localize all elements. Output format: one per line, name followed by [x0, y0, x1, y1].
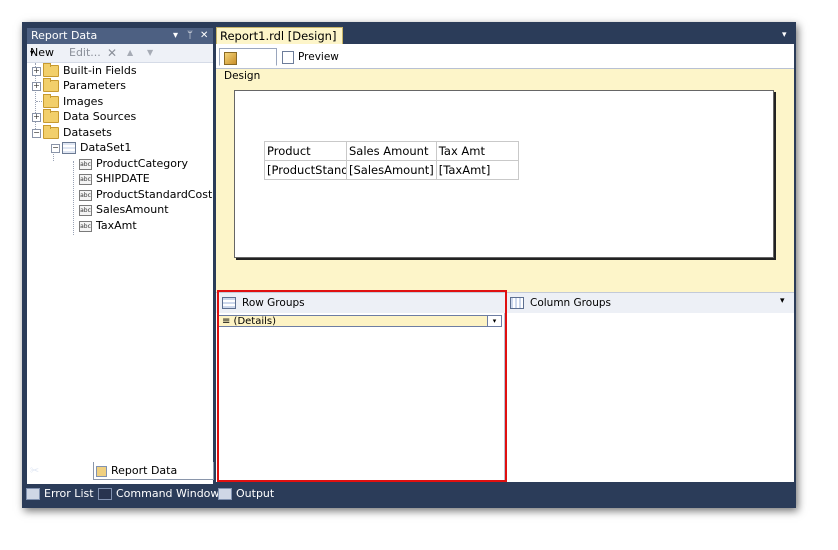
row-groups-icon — [222, 297, 236, 309]
tree-item-field[interactable]: abc SalesAmount — [79, 202, 169, 217]
report-data-toolbar: New ▾ Edit... ✕ ▲ ▼ — [27, 44, 213, 63]
tab-output[interactable]: Output — [218, 486, 274, 502]
field-icon: abc — [79, 173, 92, 185]
grouping-pane-header: Row Groups Column Groups ▾ — [216, 292, 794, 314]
tree-line — [73, 161, 74, 235]
view-tabs: Design Preview — [216, 44, 794, 82]
tree-item-field[interactable]: abc ProductCategory — [79, 156, 188, 171]
table-header-row: Product Sales Amount Tax Amt — [264, 141, 519, 161]
error-list-icon — [26, 488, 40, 500]
folder-icon — [43, 78, 59, 92]
move-up-icon[interactable]: ▲ — [127, 44, 133, 62]
field-icon: abc — [79, 189, 92, 201]
panel-close-icon[interactable]: ✕ — [200, 28, 208, 44]
expand-icon[interactable]: + — [32, 66, 41, 76]
left-panel-tabs: ✂ Toolbox Report Data — [26, 462, 214, 480]
panel-menu-arrow-icon[interactable]: ▾ — [173, 28, 178, 44]
move-down-icon[interactable]: ▼ — [147, 44, 153, 62]
edit-button[interactable]: Edit... — [69, 44, 101, 62]
tree-item-dataset1[interactable]: − DataSet1 — [51, 140, 131, 155]
tree-item-parameters[interactable]: + Parameters — [32, 78, 126, 93]
header-cell[interactable]: Sales Amount — [346, 141, 437, 161]
report-data-title-bar: Report Data ▾ ᛘ ✕ — [27, 28, 213, 44]
tree-item-field[interactable]: abc SHIPDATE — [79, 171, 150, 186]
folder-icon — [43, 109, 59, 123]
collapse-icon[interactable]: − — [32, 128, 41, 138]
dataset-icon — [62, 142, 76, 154]
folder-icon — [43, 63, 59, 77]
data-cell[interactable]: [SalesAmount] — [346, 160, 437, 180]
column-groups-header: Column Groups — [510, 295, 611, 311]
tab-report-data[interactable]: Report Data — [93, 462, 214, 480]
tree-item-field[interactable]: abc ProductStandardCost — [79, 187, 212, 202]
folder-icon — [43, 94, 59, 108]
tree-item-images[interactable]: Images — [43, 94, 103, 109]
toolbox-icon: ✂ — [30, 464, 40, 477]
tree-item-data-sources[interactable]: + Data Sources — [32, 109, 136, 124]
details-group[interactable]: ≡ (Details) ▾ — [218, 315, 502, 327]
tab-preview[interactable]: Preview — [278, 48, 340, 66]
pin-icon[interactable]: ᛘ — [187, 28, 193, 44]
report-data-title: Report Data — [31, 29, 98, 42]
header-cell[interactable]: Product — [264, 141, 347, 161]
report-body[interactable]: Product Sales Amount Tax Amt [ProductSta… — [234, 90, 774, 258]
data-cell[interactable]: [TaxAmt] — [435, 160, 519, 180]
column-groups-pane — [505, 313, 794, 482]
tab-command-window[interactable]: Command Window — [98, 486, 219, 502]
tab-toolbox[interactable]: ✂ Toolbox — [28, 462, 92, 479]
expand-icon[interactable]: + — [32, 112, 41, 122]
header-cell[interactable]: Tax Amt — [435, 141, 519, 161]
report-data-icon — [96, 465, 107, 477]
field-icon: abc — [79, 204, 92, 216]
document-list-arrow-icon[interactable]: ▾ — [782, 30, 787, 40]
field-icon: abc — [79, 220, 92, 232]
design-icon — [224, 51, 237, 65]
column-groups-icon — [510, 297, 524, 309]
tree-item-datasets[interactable]: − Datasets — [32, 125, 112, 140]
grouping-menu-arrow-icon[interactable]: ▾ — [780, 296, 785, 306]
tree-item-field[interactable]: abc TaxAmt — [79, 218, 137, 233]
collapse-icon[interactable]: − — [51, 143, 60, 153]
tab-report1-design[interactable]: Report1.rdl [Design] ✕ — [216, 27, 343, 60]
tab-error-list[interactable]: Error List — [26, 486, 94, 502]
ide-window: Report Data ▾ ᛘ ✕ New ▾ Edit... ✕ ▲ ▼ + B… — [22, 22, 796, 508]
field-icon: abc — [79, 158, 92, 170]
expand-icon[interactable]: + — [32, 81, 41, 91]
row-groups-header: Row Groups — [222, 295, 305, 311]
tree-item-built-in-fields[interactable]: + Built-in Fields — [32, 63, 137, 78]
details-dropdown-icon[interactable]: ▾ — [487, 316, 501, 326]
tab-design[interactable]: Design — [219, 48, 277, 82]
data-cell[interactable]: [ProductStanda — [264, 160, 347, 180]
report-table[interactable]: Product Sales Amount Tax Amt [ProductSta… — [264, 141, 519, 180]
preview-icon — [282, 50, 294, 64]
new-dropdown-icon: ▾ — [30, 48, 35, 57]
open-folder-icon — [43, 125, 59, 139]
table-row: [ProductStanda [SalesAmount] [TaxAmt] — [264, 160, 519, 180]
row-groups-pane: ≡ (Details) ▾ — [216, 313, 505, 482]
command-window-icon — [98, 488, 112, 500]
report-designer: Design Preview Product Sales Amount Tax … — [216, 44, 794, 482]
output-icon — [218, 488, 232, 500]
bottom-tool-tabs: Error List Command Window Output — [22, 484, 796, 504]
report-data-panel: Report Data ▾ ᛘ ✕ New ▾ Edit... ✕ ▲ ▼ + B… — [26, 27, 214, 485]
delete-icon[interactable]: ✕ — [107, 44, 117, 62]
